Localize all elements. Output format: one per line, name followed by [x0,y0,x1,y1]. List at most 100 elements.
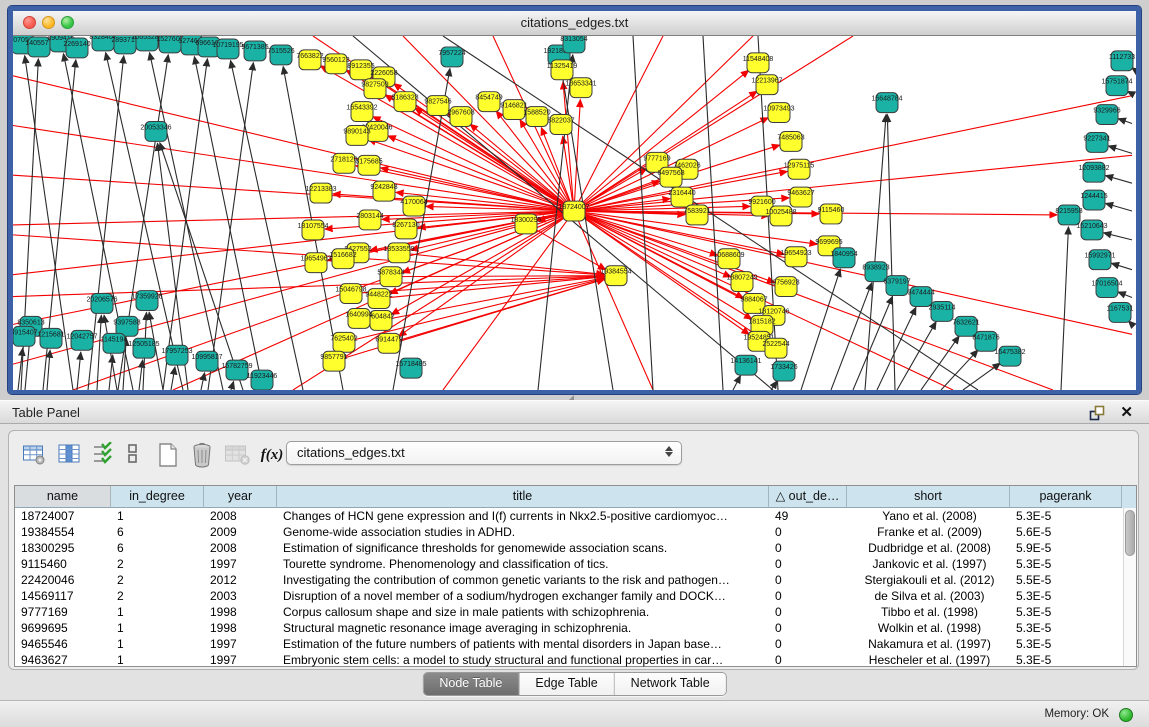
citation-edge-black[interactable] [733,376,740,390]
network-node[interactable]: 10719195 [212,39,243,59]
network-node[interactable]: 7663822 [296,50,323,70]
network-node[interactable]: 18107554 [297,220,328,240]
network-node[interactable]: 1840954 [830,248,857,268]
network-node[interactable]: 3915407 [13,326,38,346]
network-node[interactable]: 19654963 [300,253,331,273]
scrollbar-thumb[interactable] [1125,510,1135,556]
citation-edge-black[interactable] [201,373,205,390]
column-header-title[interactable]: title [277,486,769,508]
citation-edge-black[interactable] [163,59,207,390]
network-canvas[interactable]: 2070541140557189094162269140832840428937… [13,36,1136,390]
column-header-in_degree[interactable]: in_degree [111,486,204,508]
network-node[interactable]: 18653341 [565,78,596,98]
citation-edge-red[interactable] [391,276,604,277]
network-node[interactable]: 9242848 [370,181,397,201]
table-row[interactable]: 1830029562008Estimation of significance … [15,540,1136,556]
citation-edge-black[interactable] [831,283,872,390]
column-header-year[interactable]: year [204,486,277,508]
table-row[interactable]: 969969511998Structural magnetic resonanc… [15,620,1136,636]
network-node[interactable]: 16543392 [346,102,377,122]
network-node[interactable]: 9827509 [361,79,388,99]
citation-edge-black[interactable] [941,350,978,390]
network-node[interactable]: 9463627 [787,187,814,207]
table-row[interactable]: 946554611997Estimation of the future num… [15,636,1136,652]
network-window-titlebar[interactable]: citations_edges.txt [13,11,1136,36]
network-node[interactable]: 2522544 [762,338,789,358]
new-table-icon[interactable] [155,441,181,467]
network-node[interactable]: 9448222 [365,289,392,309]
table-options-icon[interactable] [21,441,47,467]
citation-edge-black[interactable] [139,360,143,390]
network-node[interactable]: 17016504 [1091,278,1122,298]
network-node[interactable]: 12213967 [751,75,782,95]
network-node[interactable]: 8454749 [475,92,502,112]
citation-edge-black[interactable] [194,57,263,390]
tab-node-table[interactable]: Node Table [423,673,519,695]
network-node[interactable]: 1145194 [101,333,128,353]
network-node[interactable]: 11325419 [547,60,578,80]
table-row[interactable]: 1938455462009Genome-wide association stu… [15,524,1136,540]
column-header-name[interactable]: name [15,486,111,508]
network-node[interactable]: 1112733 [1109,51,1135,71]
network-node[interactable]: 7625402 [330,332,357,352]
network-node[interactable]: 10688609 [713,249,744,269]
function-builder-icon[interactable]: f(x) [257,441,287,467]
citation-edge-black[interactable] [77,352,81,390]
table-row[interactable]: 977716911998Corpus callosum shape and si… [15,604,1136,620]
citation-edge-black[interactable] [1106,176,1132,184]
network-node[interactable]: 13533559 [383,243,414,263]
citation-edge-black[interactable] [97,315,101,390]
citation-edge-black[interactable] [231,61,303,390]
network-node[interactable]: 4170064 [400,196,427,216]
network-node[interactable]: 8186328 [391,92,418,112]
network-node[interactable]: 7957224 [438,47,465,67]
close-panel-icon[interactable]: ✕ [1120,402,1133,424]
network-node[interactable]: 2316440 [668,187,695,207]
network-node[interactable]: 2803144 [356,210,383,230]
citation-edge-black[interactable] [171,367,175,390]
network-node[interactable]: 7485063 [777,131,804,151]
network-node[interactable]: 16210643 [1076,220,1107,240]
network-node[interactable]: 18807249 [726,272,757,292]
network-node[interactable]: 12505185 [128,338,159,358]
column-header-short[interactable]: short [847,486,1010,508]
citation-edge-black[interactable] [1108,146,1132,153]
network-node[interactable]: 10995817 [191,351,222,371]
network-node[interactable]: 15718485 [395,358,426,378]
network-node[interactable]: 3175685 [355,155,382,175]
network-node[interactable]: 9671385 [241,41,268,61]
network-node[interactable]: 1244415 [1080,190,1107,210]
network-node[interactable]: 20206576 [86,294,117,314]
table-row[interactable]: 946362711997Embryonic stem cells: a mode… [15,652,1136,668]
citation-edge-red[interactable] [526,224,606,270]
network-window[interactable]: citations_edges.txt 20705411405571890941… [8,6,1141,394]
network-node[interactable]: 11548408 [743,53,774,73]
network-node[interactable]: 15046798 [335,284,366,304]
network-node[interactable]: 16475382 [994,346,1025,366]
tab-network-table[interactable]: Network Table [615,673,726,695]
network-node[interactable]: 9890143 [343,125,370,145]
network-node[interactable]: 1733426 [770,361,797,381]
network-node[interactable]: 11923446 [247,370,278,390]
column-header-out_de[interactable]: △ out_de… [769,486,847,508]
network-node[interactable]: 9560123 [322,54,349,74]
citation-edge-black[interactable] [1061,227,1068,390]
select-rows-icon[interactable] [91,441,117,467]
network-node[interactable]: 10025488 [765,206,796,226]
vertical-scrollbar[interactable] [1123,508,1136,666]
citation-edge-red[interactable] [13,125,574,211]
citation-edge-black[interactable] [1118,292,1132,298]
network-node[interactable]: 7515526 [267,45,294,65]
table-row[interactable]: 911546021997Tourette syndrome. Phenomeno… [15,556,1136,572]
network-node[interactable]: 9329966 [1093,105,1120,125]
row-height-icon[interactable] [123,441,149,467]
network-node[interactable]: 7583921 [683,205,710,225]
network-node[interactable]: 8313054 [560,36,587,53]
network-node[interactable]: 19384554 [600,266,631,286]
column-edit-icon[interactable] [56,441,82,467]
network-node[interactable]: 2269140 [63,38,90,58]
citation-edge-black[interactable] [801,269,840,390]
network-node[interactable]: 9227341 [1083,132,1110,152]
network-node[interactable]: 9756928 [772,277,799,297]
network-node[interactable]: 18724007 [558,201,589,221]
